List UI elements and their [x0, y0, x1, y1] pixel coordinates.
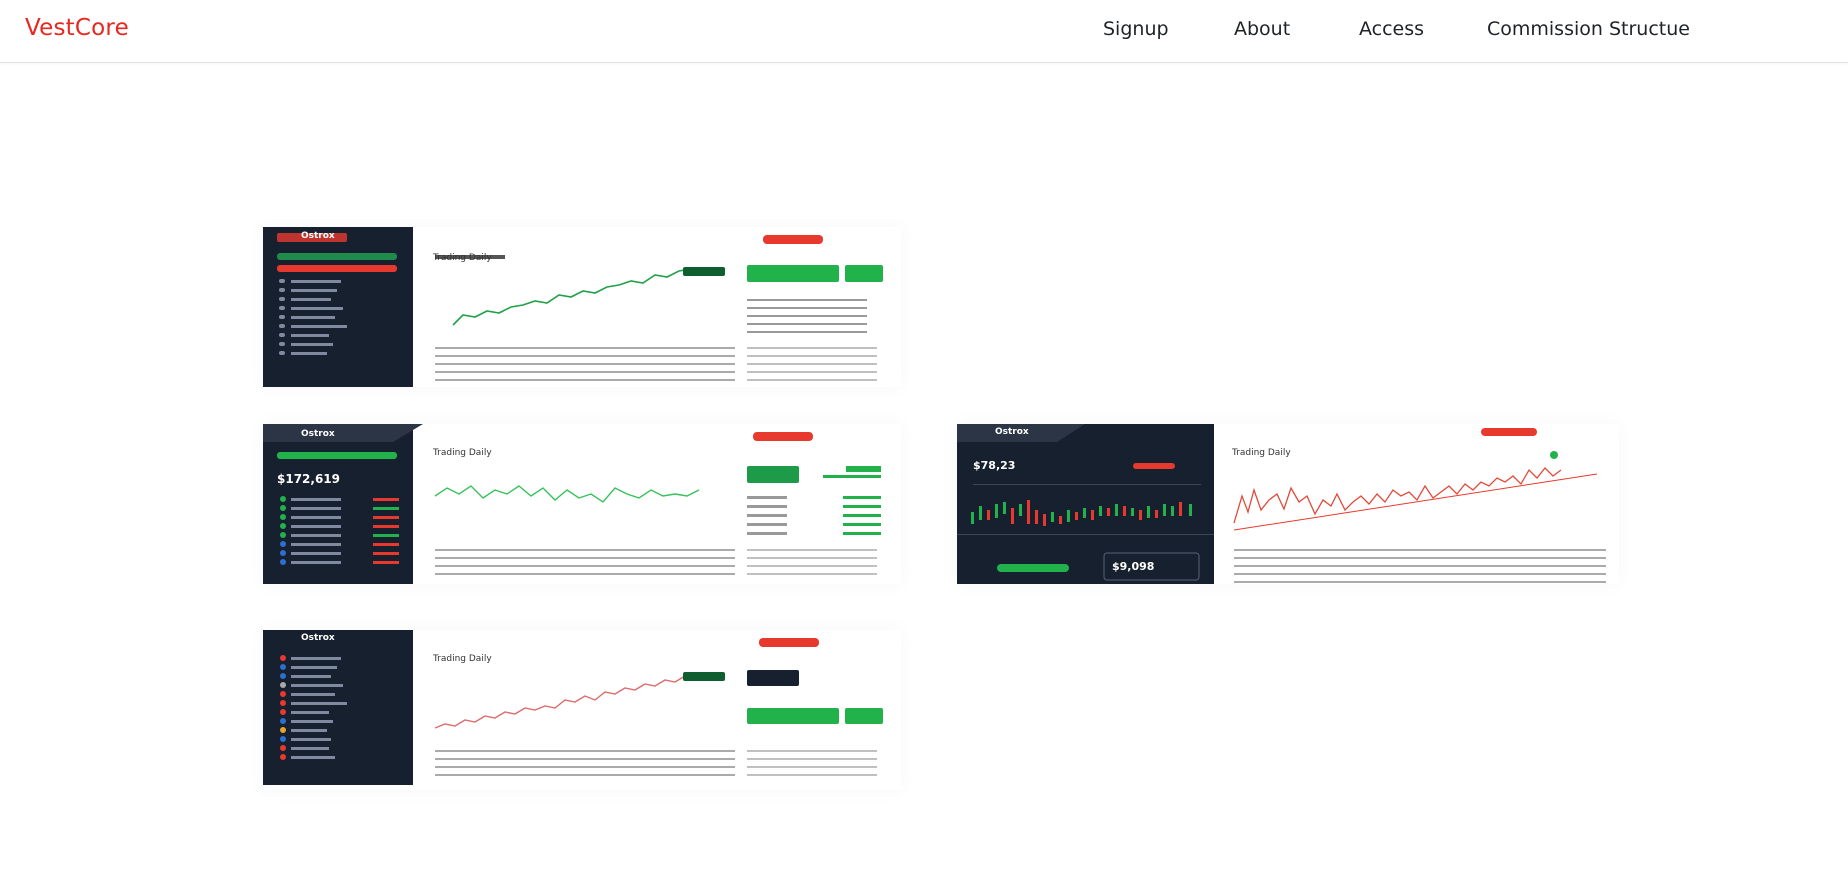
nav-link-access[interactable]: Access	[1359, 18, 1424, 40]
nav-link-commission-structure[interactable]: Commission Structue	[1487, 18, 1690, 40]
screenshot-dashboard-2[interactable]: Ostrox $172,619 Trading Daily	[263, 424, 901, 584]
dashboard-2-chart-title: Trading Daily	[433, 448, 492, 458]
screenshot-dashboard-1[interactable]: Ostrox Trading Daily	[263, 227, 901, 387]
dashboard-3-price: $78,23	[973, 459, 1016, 472]
dashboard-2-balance: $172,619	[277, 472, 341, 486]
dashboard-2-art	[263, 424, 881, 584]
dashboard-3-chart-title: Trading Daily	[1232, 448, 1291, 458]
dashboard-4-chart-title: Trading Daily	[433, 654, 492, 664]
dashboard-3-total: $9,098	[1112, 560, 1155, 573]
brand-logo-link[interactable]: VestCore	[25, 15, 129, 41]
dashboard-1-art	[263, 227, 883, 387]
dashboard-1-app-name: Ostrox	[301, 231, 335, 241]
dashboard-4-app-name: Ostrox	[301, 633, 335, 643]
screenshot-dashboard-4[interactable]: Ostrox Trading Daily	[263, 630, 901, 790]
dashboard-2-app-name: Ostrox	[301, 429, 335, 439]
top-navbar: VestCore Signup About Access Commission …	[0, 0, 1848, 63]
nav-link-about[interactable]: About	[1234, 18, 1290, 40]
screenshot-dashboard-3[interactable]: Ostrox $78,23 $9,098 Trading Daily	[957, 424, 1619, 584]
dashboard-4-art	[263, 630, 883, 785]
dashboard-3-app-name: Ostrox	[995, 427, 1029, 437]
nav-link-signup[interactable]: Signup	[1103, 18, 1169, 40]
dashboard-1-chart-title: Trading Daily	[433, 253, 492, 263]
